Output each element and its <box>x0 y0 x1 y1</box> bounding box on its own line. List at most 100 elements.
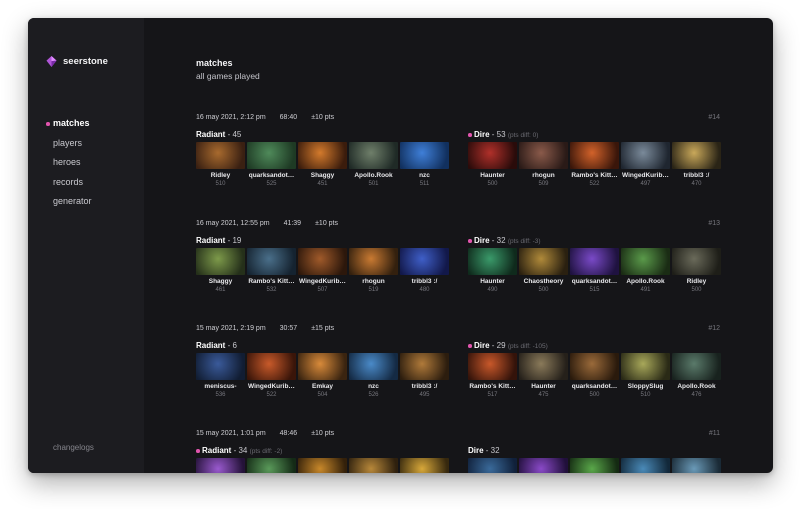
player-card[interactable]: Chaostheory 500 <box>519 248 568 293</box>
player-name[interactable]: rhogun <box>519 172 568 179</box>
hero-portrait[interactable] <box>570 458 619 473</box>
player-card[interactable]: WingedKurib… 507 <box>298 248 347 293</box>
player-card[interactable] <box>570 458 619 473</box>
player-name[interactable]: tribbl3 :/ <box>400 278 449 285</box>
hero-portrait[interactable] <box>196 458 245 473</box>
hero-portrait[interactable] <box>468 142 517 169</box>
player-card[interactable]: Rambo's Kitt… 517 <box>468 353 517 398</box>
hero-portrait[interactable] <box>672 248 721 275</box>
player-card[interactable]: quarksandot… 515 <box>570 248 619 293</box>
player-card[interactable]: tribbl3 :/ 470 <box>672 142 721 187</box>
player-card[interactable]: tribbl3 :/ 495 <box>400 353 449 398</box>
player-name[interactable]: Rambo's Kitt… <box>468 383 517 390</box>
hero-portrait[interactable] <box>519 458 568 473</box>
changelogs-link[interactable]: changelogs <box>53 443 94 452</box>
hero-portrait[interactable] <box>349 458 398 473</box>
player-card[interactable]: Haunter 500 <box>468 142 517 187</box>
hero-portrait[interactable] <box>298 353 347 380</box>
player-name[interactable]: Ridley <box>196 172 245 179</box>
player-card[interactable]: WingedKurib… 522 <box>247 353 296 398</box>
hero-portrait[interactable] <box>570 248 619 275</box>
player-card[interactable] <box>196 458 245 473</box>
hero-portrait[interactable] <box>672 142 721 169</box>
player-card[interactable]: Ridley 510 <box>196 142 245 187</box>
player-name[interactable]: nzc <box>400 172 449 179</box>
hero-portrait[interactable] <box>400 353 449 380</box>
player-card[interactable]: Shaggy 461 <box>196 248 245 293</box>
team-name[interactable]: Dire <box>474 236 490 245</box>
team-name[interactable]: Radiant <box>196 130 225 139</box>
player-card[interactable]: nzc 511 <box>400 142 449 187</box>
player-name[interactable]: Shaggy <box>298 172 347 179</box>
hero-portrait[interactable] <box>672 353 721 380</box>
player-name[interactable]: WingedKurib… <box>247 383 296 390</box>
player-name[interactable]: Emkay <box>298 383 347 390</box>
player-card[interactable]: WingedKurib… 497 <box>621 142 670 187</box>
player-card[interactable]: Rambo's Kitt… 532 <box>247 248 296 293</box>
player-name[interactable]: meniscus- <box>196 383 245 390</box>
hero-portrait[interactable] <box>196 142 245 169</box>
hero-portrait[interactable] <box>468 458 517 473</box>
player-card[interactable] <box>298 458 347 473</box>
player-card[interactable]: Apollo.Rook 491 <box>621 248 670 293</box>
hero-portrait[interactable] <box>400 142 449 169</box>
player-card[interactable] <box>672 458 721 473</box>
player-name[interactable]: SloppySlug <box>621 383 670 390</box>
team-name[interactable]: Radiant <box>196 236 225 245</box>
hero-portrait[interactable] <box>247 142 296 169</box>
player-card[interactable] <box>247 458 296 473</box>
sidebar-item-players[interactable]: players <box>46 134 92 154</box>
player-name[interactable]: Apollo.Rook <box>349 172 398 179</box>
team-name[interactable]: Dire <box>474 341 490 350</box>
hero-portrait[interactable] <box>196 248 245 275</box>
player-name[interactable]: nzc <box>349 383 398 390</box>
match-id[interactable]: #14 <box>708 114 720 121</box>
hero-portrait[interactable] <box>519 353 568 380</box>
player-name[interactable]: rhogun <box>349 278 398 285</box>
player-name[interactable]: Haunter <box>519 383 568 390</box>
hero-portrait[interactable] <box>621 142 670 169</box>
player-card[interactable]: Shaggy 451 <box>298 142 347 187</box>
player-card[interactable] <box>400 458 449 473</box>
match-id[interactable]: #13 <box>708 220 720 227</box>
player-name[interactable]: Rambo's Kitt… <box>247 278 296 285</box>
sidebar-item-heroes[interactable]: heroes <box>46 153 92 173</box>
hero-portrait[interactable] <box>468 248 517 275</box>
player-name[interactable]: WingedKurib… <box>621 172 670 179</box>
player-card[interactable]: Rambo's Kitt… 522 <box>570 142 619 187</box>
player-card[interactable]: Apollo.Rook 501 <box>349 142 398 187</box>
hero-portrait[interactable] <box>570 353 619 380</box>
player-card[interactable]: Haunter 475 <box>519 353 568 398</box>
player-card[interactable] <box>468 458 517 473</box>
player-name[interactable]: tribbl3 :/ <box>672 172 721 179</box>
player-name[interactable]: Haunter <box>468 278 517 285</box>
player-name[interactable]: WingedKurib… <box>298 278 347 285</box>
player-name[interactable]: Shaggy <box>196 278 245 285</box>
player-name[interactable]: Ridley <box>672 278 721 285</box>
player-card[interactable]: meniscus- 536 <box>196 353 245 398</box>
hero-portrait[interactable] <box>247 458 296 473</box>
player-card[interactable]: Ridley 500 <box>672 248 721 293</box>
player-card[interactable]: tribbl3 :/ 480 <box>400 248 449 293</box>
player-card[interactable]: nzc 526 <box>349 353 398 398</box>
hero-portrait[interactable] <box>247 353 296 380</box>
player-name[interactable]: quarksandot… <box>247 172 296 179</box>
sidebar-item-generator[interactable]: generator <box>46 192 92 212</box>
hero-portrait[interactable] <box>247 248 296 275</box>
hero-portrait[interactable] <box>298 458 347 473</box>
player-name[interactable]: Rambo's Kitt… <box>570 172 619 179</box>
player-card[interactable]: Haunter 490 <box>468 248 517 293</box>
hero-portrait[interactable] <box>672 458 721 473</box>
hero-portrait[interactable] <box>621 458 670 473</box>
hero-portrait[interactable] <box>400 458 449 473</box>
player-name[interactable]: tribbl3 :/ <box>400 383 449 390</box>
player-card[interactable] <box>349 458 398 473</box>
hero-portrait[interactable] <box>349 248 398 275</box>
player-card[interactable] <box>519 458 568 473</box>
player-name[interactable]: quarksandot… <box>570 383 619 390</box>
hero-portrait[interactable] <box>621 248 670 275</box>
brand[interactable]: seerstone <box>46 56 108 67</box>
hero-portrait[interactable] <box>519 142 568 169</box>
team-name[interactable]: Radiant <box>196 341 225 350</box>
player-card[interactable]: Emkay 504 <box>298 353 347 398</box>
